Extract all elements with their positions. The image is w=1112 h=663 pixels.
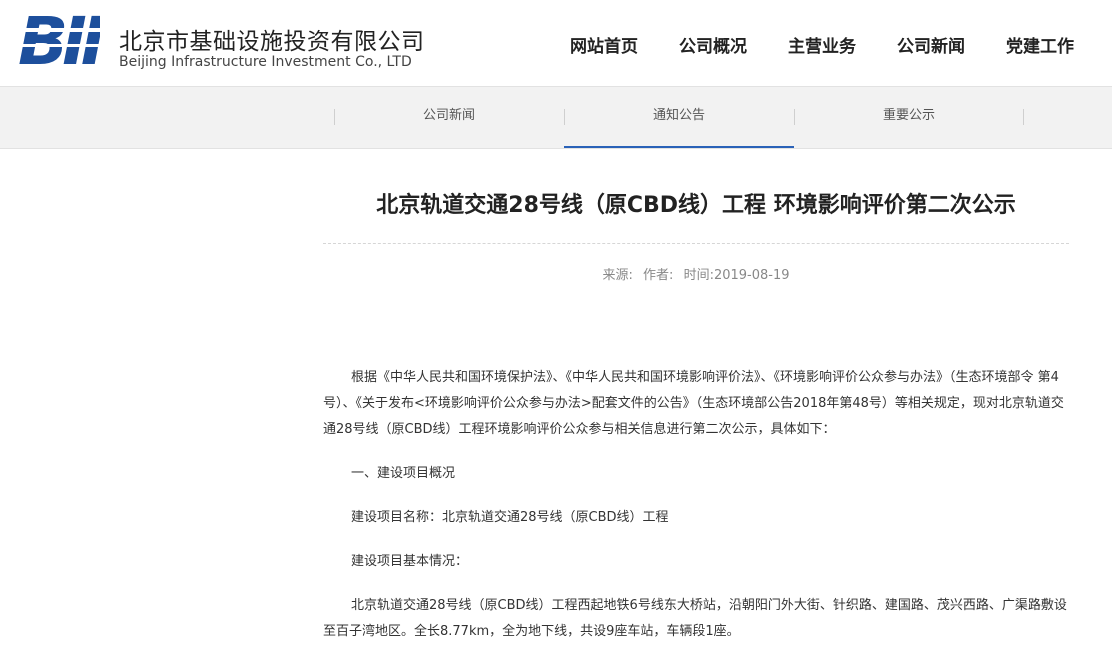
article: 北京轨道交通28号线（原CBD线）工程 环境影响评价第二次公示 来源: 作者: …: [323, 165, 1069, 663]
company-name-en: Beijing Infrastructure Investment Co., L…: [119, 54, 412, 70]
tab-label: 重要公示: [882, 108, 935, 123]
tab-divider: [564, 109, 565, 125]
article-body: 根据《中华人民共和国环境保护法》、《中华人民共和国环境影响评价法》、《环境影响评…: [323, 365, 1069, 645]
company-name-cn: 北京市基础设施投资有限公司: [119, 29, 425, 55]
subnav-tab-company-news[interactable]: 公司新闻: [334, 87, 564, 148]
tab-divider: [794, 109, 795, 125]
nav-item-business[interactable]: 主营业务: [788, 32, 856, 57]
article-meta: 来源: 作者: 时间:2019-08-19: [323, 264, 1069, 283]
title-divider: [323, 243, 1069, 244]
article-paragraph: 根据《中华人民共和国环境保护法》、《中华人民共和国环境影响评价法》、《环境影响评…: [323, 370, 1064, 437]
logo-mark: BII: [18, 6, 100, 70]
subnav-tab-public-notice[interactable]: 重要公示: [794, 87, 1024, 148]
article-author: 作者:: [643, 268, 674, 283]
article-title: 北京轨道交通28号线（原CBD线）工程 环境影响评价第二次公示: [376, 193, 1016, 218]
article-time: 时间:2019-08-19: [683, 268, 790, 283]
article-source: 来源:: [602, 268, 633, 283]
sub-nav: 公司新闻 通知公告 重要公示: [0, 86, 1112, 149]
article-paragraph: 建设项目名称：北京轨道交通28号线（原CBD线）工程: [351, 510, 669, 525]
tab-divider: [1023, 109, 1024, 125]
subnav-tab-notices[interactable]: 通知公告: [564, 87, 794, 148]
site-header: BII 北京市基础设施投资有限公司 Beijing Infrastructure…: [0, 0, 1112, 86]
article-paragraph: 建设项目基本情况：: [351, 554, 469, 569]
tab-label: 通知公告: [652, 108, 705, 123]
main-nav: 网站首页 公司概况 主营业务 公司新闻 党建工作: [570, 32, 1074, 57]
nav-item-about[interactable]: 公司概况: [679, 32, 747, 57]
nav-item-news[interactable]: 公司新闻: [897, 32, 965, 57]
article-paragraph: 北京轨道交通28号线（原CBD线）工程西起地铁6号线东大桥站，沿朝阳门外大街、针…: [323, 598, 1067, 639]
tab-divider: [334, 109, 335, 125]
nav-item-home[interactable]: 网站首页: [570, 32, 638, 57]
article-paragraph: 一、建设项目概况: [351, 466, 456, 481]
nav-item-party[interactable]: 党建工作: [1006, 32, 1074, 57]
company-logo[interactable]: BII: [18, 6, 100, 70]
tab-label: 公司新闻: [422, 108, 475, 123]
